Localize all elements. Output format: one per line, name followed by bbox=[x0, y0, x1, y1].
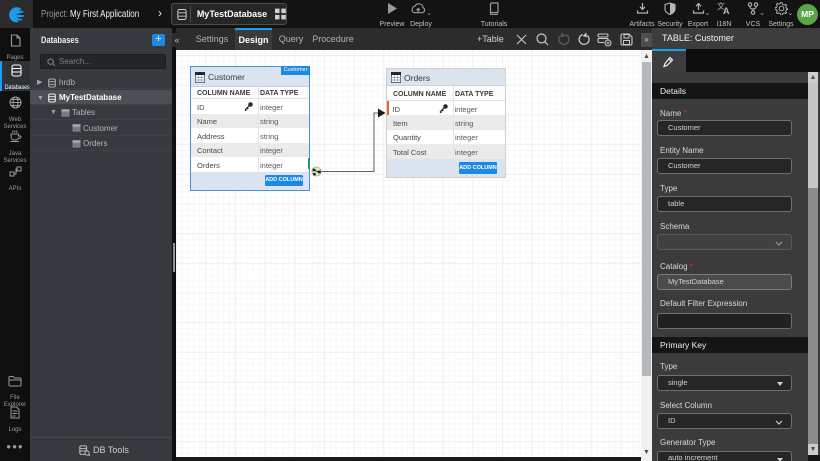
svg-text:A: A bbox=[723, 6, 730, 15]
